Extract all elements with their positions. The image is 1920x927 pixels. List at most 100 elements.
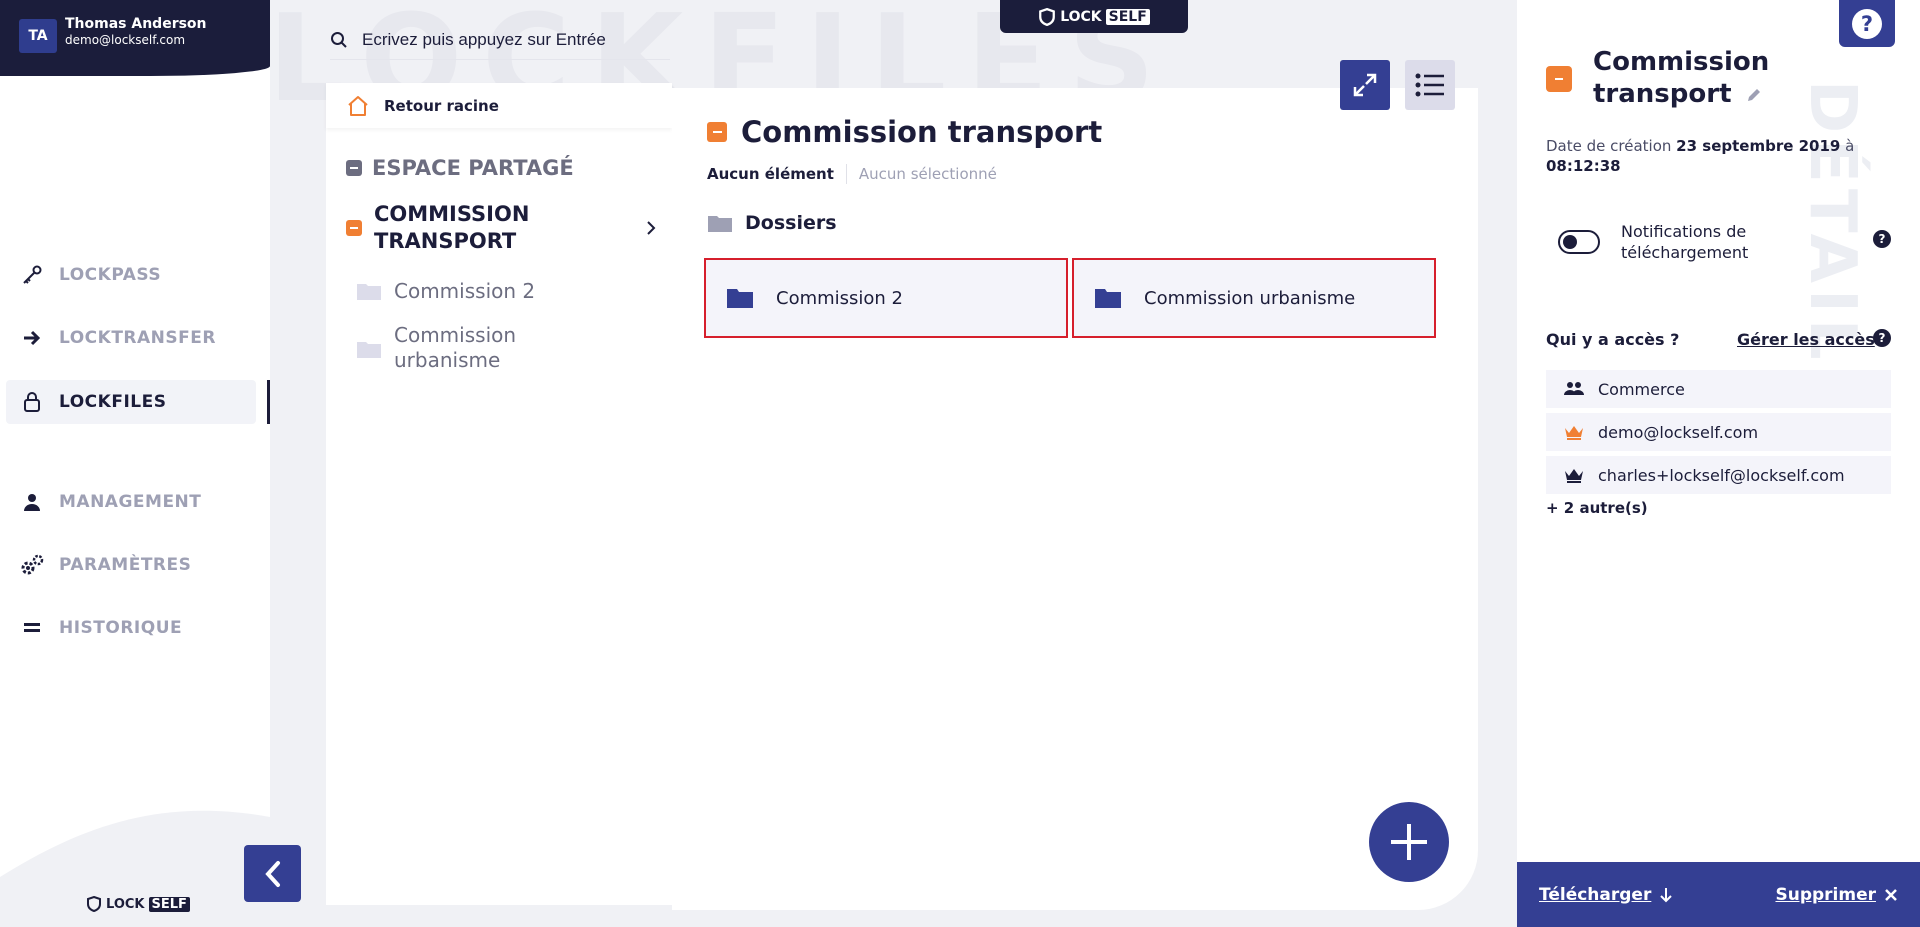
manage-access-link[interactable]: Gérer les accès <box>1737 330 1875 349</box>
nav-lockpass[interactable]: LOCKPASS <box>6 253 256 297</box>
nav-label: LOCKPASS <box>59 265 162 285</box>
user-profile[interactable]: TA Thomas Anderson demo@lockself.com <box>0 0 270 76</box>
item-count: Aucun élément <box>707 165 834 183</box>
back-to-root-button[interactable]: Retour racine <box>326 83 672 128</box>
user-email: demo@lockself.com <box>65 33 186 47</box>
list-icon <box>1415 73 1444 97</box>
access-help-icon[interactable]: ? <box>1873 329 1891 347</box>
folder-icon <box>708 216 732 232</box>
collapse-sidebar-button[interactable] <box>244 845 301 902</box>
details-actions: Télécharger Supprimer <box>1517 862 1920 927</box>
nav-label: PARAMÈTRES <box>59 555 192 575</box>
space-icon <box>346 160 362 176</box>
tree-label-line: COMMISSION <box>374 202 530 226</box>
divider <box>845 164 847 184</box>
folder-icon <box>357 342 381 358</box>
user-icon <box>19 489 45 515</box>
tree-item-commission-urbanisme[interactable]: Commission urbanisme <box>356 323 516 373</box>
nav-label: LOCKTRANSFER <box>59 328 216 348</box>
search-input[interactable] <box>362 29 652 50</box>
fullscreen-button[interactable] <box>1340 60 1390 110</box>
tree-item-commission-transport[interactable]: COMMISSION TRANSPORT <box>346 201 656 255</box>
home-icon <box>348 95 368 116</box>
details-title: Commission transport <box>1593 46 1853 110</box>
creation-date: Date de création 23 septembre 2019 à 08:… <box>1546 136 1876 176</box>
equals-icon <box>19 615 45 641</box>
folder-icon <box>357 284 381 300</box>
search-icon <box>331 31 347 48</box>
download-button[interactable]: Télécharger <box>1539 885 1673 905</box>
more-access-link[interactable]: + 2 autre(s) <box>1546 499 1648 517</box>
folders-heading: Dossiers <box>707 212 837 234</box>
details-title-line: Commission <box>1593 47 1770 77</box>
creation-date-value: 23 septembre 2019 <box>1676 137 1841 155</box>
selected-count: Aucun sélectionné <box>858 165 997 183</box>
lockself-logo: LOCK SELF <box>86 896 190 912</box>
notifications-help-icon[interactable]: ? <box>1873 230 1891 248</box>
folder-tree: Retour racine ESPACE PARTAGÉ COMMISSION … <box>326 83 672 905</box>
access-item: Commerce <box>1546 370 1891 408</box>
logo-self: SELF <box>148 896 190 912</box>
creation-date-label: Date de création <box>1546 137 1672 155</box>
sidebar: TA Thomas Anderson demo@lockself.com LOC… <box>0 0 270 927</box>
folder-card[interactable]: Commission urbanisme <box>1072 258 1436 338</box>
delete-label: Supprimer <box>1775 884 1876 905</box>
space-icon <box>707 122 727 142</box>
back-to-root-label: Retour racine <box>384 96 499 115</box>
lockself-logo[interactable]: LOCK SELF <box>1000 0 1188 33</box>
nav-historique[interactable]: HISTORIQUE <box>6 606 256 650</box>
space-icon <box>346 220 362 236</box>
tree-label-line: Commission <box>394 323 517 347</box>
nav-label: LOCKFILES <box>59 392 167 412</box>
space-icon <box>1546 66 1572 92</box>
access-item: charles+lockself@lockself.com <box>1546 456 1891 494</box>
shield-icon <box>1039 7 1056 26</box>
help-button[interactable]: ? <box>1839 0 1895 47</box>
download-notifications-toggle[interactable] <box>1558 230 1600 254</box>
plus-icon <box>1391 824 1427 860</box>
access-name: charles+lockself@lockself.com <box>1598 465 1845 485</box>
access-name: demo@lockself.com <box>1598 422 1759 442</box>
tree-item-label: COMMISSION TRANSPORT <box>374 201 646 255</box>
list-view-button[interactable] <box>1405 60 1455 110</box>
selection-summary: Aucun élément Aucun sélectionné <box>707 164 997 184</box>
lock-icon <box>19 389 45 415</box>
tree-item-commission-2[interactable]: Commission 2 <box>356 279 535 303</box>
shield-icon <box>87 896 101 912</box>
logo-self: SELF <box>1105 8 1150 25</box>
folder-icon <box>1095 289 1121 308</box>
nav-label: MANAGEMENT <box>59 492 202 512</box>
folder-name: Commission 2 <box>776 287 904 309</box>
notifications-label: Notifications de téléchargement <box>1621 221 1801 263</box>
nav-lockfiles[interactable]: LOCKFILES <box>6 380 256 424</box>
creation-time-value: 08:12:38 <box>1546 157 1621 175</box>
key-icon <box>19 262 45 288</box>
access-heading: Qui y a accès ? <box>1546 330 1680 349</box>
delete-button[interactable]: Supprimer <box>1775 885 1898 905</box>
tree-label-line: TRANSPORT <box>374 229 517 253</box>
edit-pencil-icon[interactable] <box>1745 86 1763 104</box>
main-content: Commission transport Aucun élément Aucun… <box>672 88 1478 910</box>
arrow-right-icon <box>19 325 45 351</box>
close-icon <box>1885 888 1897 901</box>
nav-locktransfer[interactable]: LOCKTRANSFER <box>6 316 256 360</box>
arrow-down-icon <box>1660 887 1673 902</box>
details-title-line: transport <box>1593 79 1732 109</box>
nav-management[interactable]: MANAGEMENT <box>6 480 256 524</box>
access-item: demo@lockself.com <box>1546 413 1891 451</box>
tree-item-label: Commission urbanisme <box>394 323 516 373</box>
expand-icon <box>1353 73 1377 97</box>
creation-date-at: à <box>1845 137 1855 155</box>
help-icon: ? <box>1852 8 1882 39</box>
chevron-left-icon <box>264 860 280 887</box>
tree-item-shared-space[interactable]: ESPACE PARTAGÉ <box>346 156 574 180</box>
download-label: Télécharger <box>1539 884 1652 905</box>
notifications-label-line: Notifications de <box>1621 222 1747 241</box>
tree-label-line: urbanisme <box>394 348 501 372</box>
nav-parametres[interactable]: PARAMÈTRES <box>6 543 256 587</box>
logo-lock: LOCK <box>106 896 145 912</box>
folder-card[interactable]: Commission 2 <box>704 258 1068 338</box>
access-name: Commerce <box>1598 379 1685 399</box>
chevron-right-icon <box>647 221 656 235</box>
add-button[interactable] <box>1369 802 1449 882</box>
